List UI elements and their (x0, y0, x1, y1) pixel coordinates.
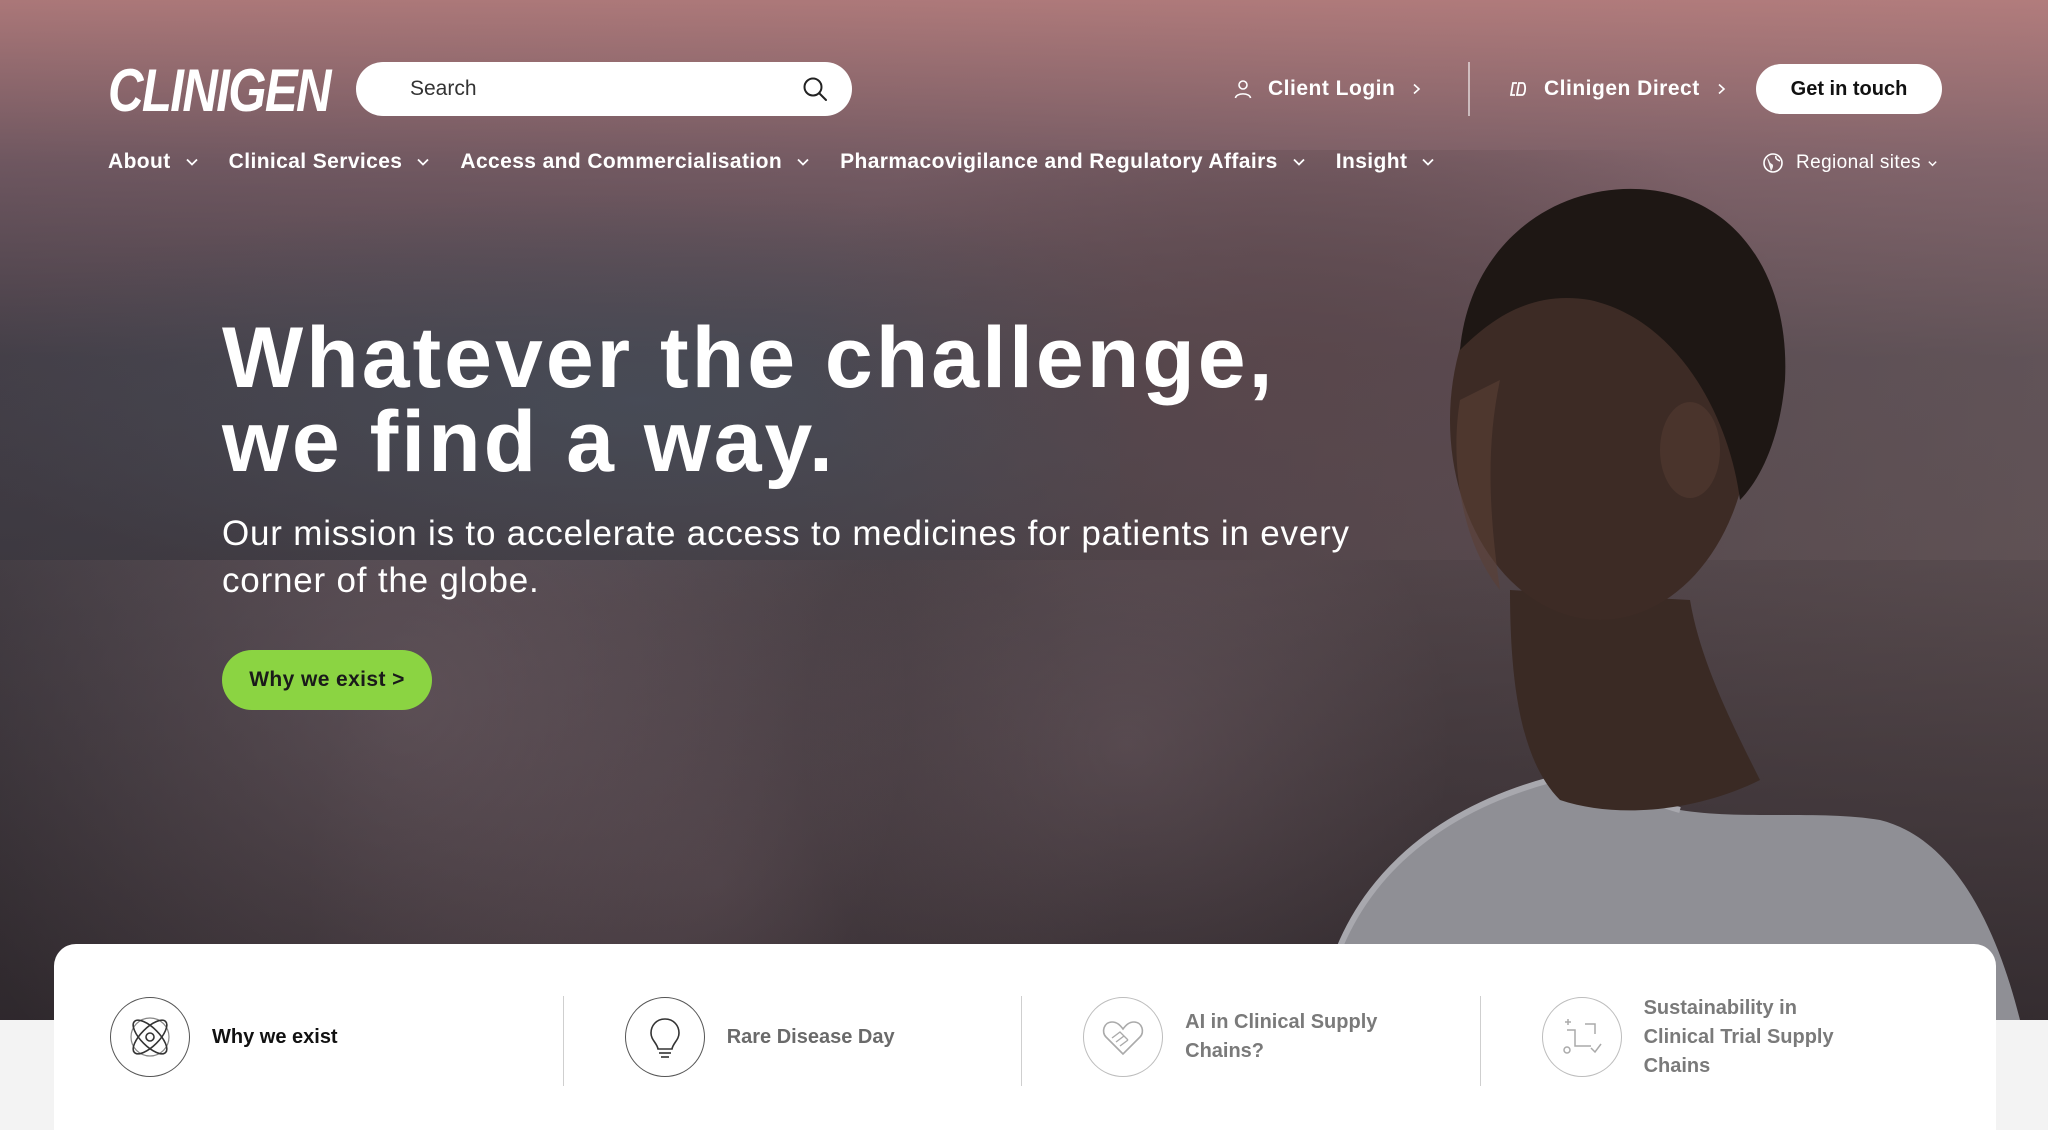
hero-subhead: Our mission is to accelerate access to m… (222, 514, 1350, 600)
card-label: Why we exist (212, 1025, 338, 1048)
feature-cards-strip: Why we exist Rare Disease Day AI in Clin… (54, 944, 1996, 1130)
chevron-down-icon (797, 158, 809, 166)
clinigen-direct-icon (1509, 82, 1527, 96)
route-icon (1562, 1019, 1602, 1054)
hero-headline: Whatever the challenge, we find a way. (222, 310, 1422, 490)
card-why-we-exist[interactable]: Why we exist (110, 944, 565, 1130)
chevron-down-icon (417, 158, 430, 166)
handshake-heart-icon (1102, 1021, 1144, 1056)
chevron-down-icon (1293, 158, 1305, 166)
nav-item-label: Access and Commercialisation (460, 150, 783, 173)
client-login-link[interactable]: Client Login (1232, 62, 1423, 116)
globe-icon (1763, 153, 1783, 173)
client-login-label: Client Login (1268, 77, 1396, 100)
clinigen-logo[interactable]: CLINIGEN (108, 56, 332, 125)
clinigen-direct-label: Clinigen Direct (1544, 77, 1700, 100)
chevron-down-icon (1422, 158, 1435, 166)
card-label: Sustainability in Clinical Trial Supply … (1643, 996, 1834, 1077)
nav-item-label: Insight (1335, 150, 1408, 173)
card-ai-clinical-supply[interactable]: AI in Clinical Supply Chains? (1021, 944, 1481, 1130)
card-label: Rare Disease Day (726, 1025, 895, 1048)
search-placeholder: Search (410, 77, 477, 100)
nav-item-about[interactable]: About (108, 150, 199, 174)
why-we-exist-button[interactable]: Why we exist > (222, 650, 432, 710)
chevron-right-icon (1413, 83, 1421, 95)
hero-headline-line2: we find a way. (222, 394, 836, 490)
atom-icon (130, 1017, 170, 1057)
card-sustainability[interactable]: Sustainability in Clinical Trial Supply … (1479, 944, 1940, 1130)
chevron-down-icon (186, 158, 198, 166)
regional-sites-label: Regional sites (1796, 152, 1921, 173)
lightbulb-icon (649, 1018, 680, 1058)
nav-item-access-commercialisation[interactable]: Access and Commercialisation (460, 150, 810, 174)
nav-item-label: Pharmacovigilance and Regulatory Affairs (840, 150, 1278, 173)
hero-headline-line1: Whatever the challenge, (222, 310, 1276, 406)
chevron-right-icon (1718, 83, 1725, 95)
search-input[interactable]: Search (356, 62, 852, 116)
hero-person-image (1317, 188, 2020, 1020)
main-nav: About Clinical Services Access and Comme… (108, 150, 1465, 174)
header-divider (1468, 62, 1470, 116)
nav-item-insight[interactable]: Insight (1336, 150, 1436, 174)
nav-item-label: Clinical Services (228, 150, 403, 173)
search-icon[interactable] (802, 76, 828, 102)
nav-item-label: About (108, 150, 171, 173)
card-rare-disease-day[interactable]: Rare Disease Day (562, 944, 1023, 1130)
chevron-down-icon (1928, 160, 1937, 166)
get-in-touch-button[interactable]: Get in touch (1756, 64, 1942, 114)
nav-item-clinical-services[interactable]: Clinical Services (229, 150, 431, 174)
clinigen-direct-link[interactable]: Clinigen Direct (1508, 62, 1728, 116)
card-label: AI in Clinical Supply Chains? (1185, 1011, 1378, 1062)
regional-sites-dropdown[interactable]: Regional sites (1762, 152, 1938, 174)
nav-item-pharmacovigilance[interactable]: Pharmacovigilance and Regulatory Affairs (840, 150, 1306, 174)
user-icon (1234, 80, 1252, 99)
